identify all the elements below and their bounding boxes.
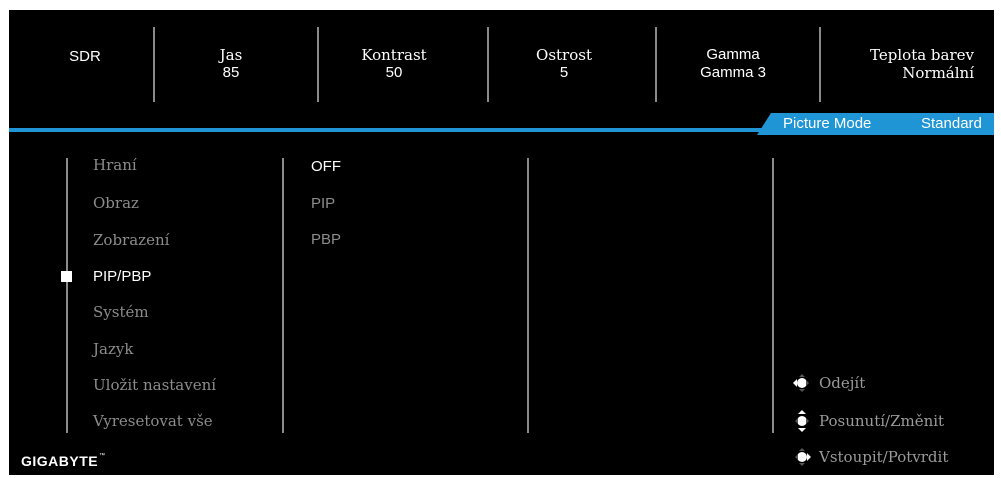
- contrast-label: Kontrast: [361, 46, 427, 64]
- help-column-divider: [772, 158, 774, 433]
- status-divider: [487, 27, 489, 102]
- joystick-right-icon: [795, 448, 811, 466]
- gamma-label: Gamma: [706, 46, 760, 63]
- contrast-value: 50: [385, 64, 403, 81]
- dynamic-range-indicator: SDR: [55, 48, 115, 66]
- menu-item-picture[interactable]: Obraz: [93, 194, 139, 212]
- menu-item-language[interactable]: Jazyk: [93, 340, 133, 358]
- submenu-column-divider: [282, 158, 284, 433]
- brightness-value: 85: [222, 64, 240, 81]
- menu-item-pip-pbp[interactable]: PIP/PBP: [93, 268, 151, 286]
- brightness-label: Jas: [219, 46, 243, 64]
- submenu-option-pip[interactable]: PIP: [311, 195, 335, 213]
- dynamic-range-value: SDR: [69, 48, 101, 65]
- menu-column-divider: [66, 158, 68, 433]
- color-temp-label: Teplota barev: [870, 46, 974, 64]
- menu-selection-bullet: [61, 271, 72, 282]
- options-column-divider: [527, 158, 529, 433]
- gigabyte-logo: GIGABYTE™: [21, 453, 106, 469]
- help-enter-label: Vstoupit/Potvrdit: [819, 448, 949, 466]
- picture-mode-label: Picture Mode: [783, 115, 872, 132]
- sharpness-value: 5: [559, 64, 569, 81]
- gamma-indicator: Gamma Gamma 3: [683, 46, 783, 82]
- picture-mode-value: Standard: [921, 115, 982, 132]
- osd-panel: SDR Jas 85 Kontrast 50 Ostrost 5 Gamma G…: [9, 10, 994, 475]
- brightness-indicator: Jas 85: [191, 46, 271, 82]
- menu-item-gaming[interactable]: Hraní: [93, 156, 137, 174]
- menu-item-save-settings[interactable]: Uložit nastavení: [93, 376, 216, 394]
- status-divider: [819, 27, 821, 102]
- menu-item-system[interactable]: Systém: [93, 303, 149, 321]
- menu-item-display[interactable]: Zobrazení: [93, 231, 169, 249]
- gamma-value: Gamma 3: [700, 64, 766, 81]
- status-divider: [655, 27, 657, 102]
- help-exit-label: Odejít: [819, 374, 866, 392]
- submenu-option-pbp[interactable]: PBP: [311, 231, 341, 249]
- joystick-left-icon: [793, 374, 809, 392]
- joystick-up-down-icon: [795, 410, 809, 432]
- color-temp-indicator: Teplota barev Normální: [839, 46, 974, 82]
- sharpness-label: Ostrost: [536, 46, 592, 64]
- help-move-label: Posunutí/Změnit: [819, 412, 945, 430]
- submenu-option-off[interactable]: OFF: [311, 158, 341, 176]
- status-divider: [153, 27, 155, 102]
- status-divider: [317, 27, 319, 102]
- brand-text: GIGABYTE: [21, 453, 99, 469]
- sharpness-indicator: Ostrost 5: [524, 46, 604, 82]
- menu-item-reset-all[interactable]: Vyresetovat vše: [93, 412, 213, 430]
- contrast-indicator: Kontrast 50: [344, 46, 444, 82]
- color-temp-value: Normální: [902, 64, 974, 82]
